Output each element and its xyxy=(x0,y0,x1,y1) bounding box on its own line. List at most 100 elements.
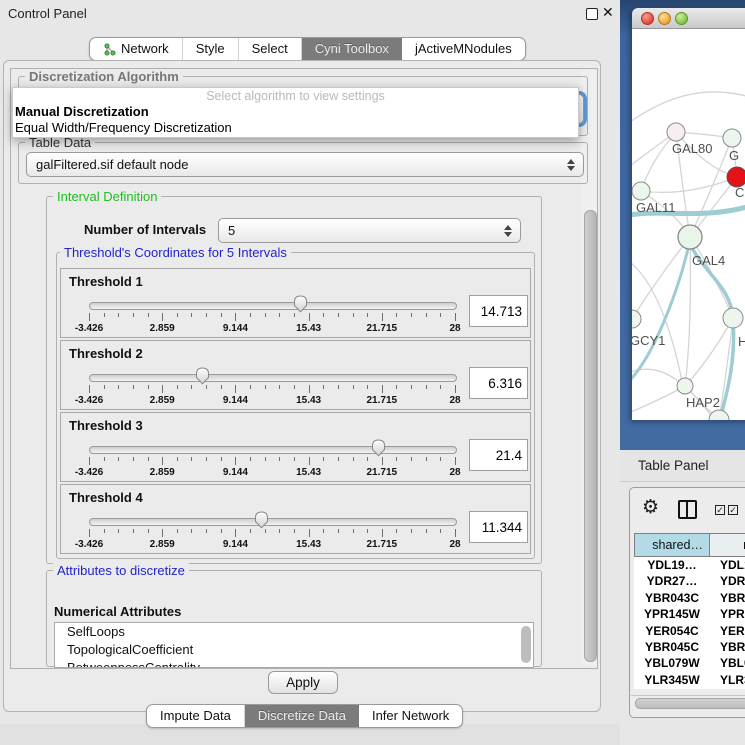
close-traffic-light-icon[interactable] xyxy=(641,12,654,25)
float-window-icon[interactable] xyxy=(586,8,598,20)
apply-button[interactable]: Apply xyxy=(268,671,338,694)
threshold-value-field[interactable] xyxy=(469,439,528,471)
network-node[interactable] xyxy=(727,167,745,187)
tick-mark xyxy=(426,385,427,389)
slider-track[interactable] xyxy=(89,302,457,310)
attributes-list[interactable]: SelfLoopsTopologicalCoefficientBetweenne… xyxy=(54,622,534,668)
table-row[interactable]: YDL19…YDL1 xyxy=(634,557,745,573)
tab-style[interactable]: Style xyxy=(183,38,239,60)
tick-label: 9.144 xyxy=(223,539,248,550)
tick-mark xyxy=(104,457,105,461)
tick-mark xyxy=(265,313,266,317)
attribute-list-item[interactable]: BetweennessCentrality xyxy=(55,659,533,668)
numerical-attributes-label: Numerical Attributes xyxy=(54,604,181,619)
spinner-icon xyxy=(500,225,516,237)
network-node[interactable] xyxy=(678,225,702,249)
threshold-value-field[interactable] xyxy=(469,295,528,327)
table-row[interactable]: YLR345WYLR3 xyxy=(634,672,745,688)
cell-name: YER0 xyxy=(710,623,745,639)
threshold-panel: Threshold 1-3.4262.8599.14415.4321.71528 xyxy=(60,268,531,338)
table-row[interactable]: YBR045CYBR0 xyxy=(634,639,745,655)
cell-name: YLR3 xyxy=(710,672,745,688)
cell-shared-name: YBR045C xyxy=(634,639,710,655)
column-header-shared[interactable]: shared… xyxy=(634,533,710,557)
tick-mark xyxy=(133,313,134,317)
tab-jactivemnodules[interactable]: jActiveMNodules xyxy=(402,38,525,60)
thresholds-group-title: Threshold's Coordinates for 5 Intervals xyxy=(60,245,291,260)
table-hscrollbar-track[interactable] xyxy=(631,695,745,709)
cell-shared-name: YIL052C xyxy=(634,688,710,689)
slider-track[interactable] xyxy=(89,446,457,454)
table-row[interactable]: YBR043CYBR0 xyxy=(634,590,745,606)
tick-mark xyxy=(104,385,105,389)
table-row[interactable]: YPR145WYPR1 xyxy=(634,606,745,622)
interval-definition-title: Interval Definition xyxy=(53,189,161,204)
zoom-traffic-light-icon[interactable] xyxy=(675,12,688,25)
threshold-value-field[interactable] xyxy=(469,367,528,399)
vertical-scrollbar-thumb[interactable] xyxy=(584,210,597,662)
dropdown-option[interactable]: Equal Width/Frequency Discretization xyxy=(13,120,578,136)
tick-mark xyxy=(367,529,368,533)
slider-thumb[interactable] xyxy=(195,367,210,390)
table-hscrollbar-thumb[interactable] xyxy=(635,698,745,709)
slider-thumb[interactable] xyxy=(254,511,269,534)
bottom-tab-bar: Impute DataDiscretize DataInfer Network xyxy=(146,704,463,728)
network-node[interactable] xyxy=(632,182,650,200)
slider-thumb[interactable] xyxy=(371,439,386,462)
network-node[interactable] xyxy=(709,410,729,420)
number-of-intervals-select[interactable]: 5 xyxy=(218,218,521,243)
minimize-traffic-light-icon[interactable] xyxy=(658,12,671,25)
tick-label: 15.43 xyxy=(296,395,321,406)
tick-label: 9.144 xyxy=(223,467,248,478)
network-canvas[interactable]: GAL80GCGAL11GAL4HGCY1HAP2 xyxy=(632,29,745,420)
tab-network[interactable]: Network xyxy=(90,38,183,60)
table-row[interactable]: YIL052CYIL0 xyxy=(634,688,745,689)
attribute-list-item[interactable]: SelfLoops xyxy=(55,623,533,641)
table-row[interactable]: YDR27…YDR2 xyxy=(634,573,745,589)
close-icon[interactable]: ✕ xyxy=(602,4,614,21)
split-columns-icon[interactable] xyxy=(678,500,697,519)
table-row[interactable]: YBL079WYBL0 xyxy=(634,655,745,671)
attributes-list-scrollbar[interactable] xyxy=(521,626,531,663)
tab-label: Network xyxy=(121,38,169,60)
tick-mark xyxy=(162,385,163,393)
column-header-name[interactable]: na xyxy=(710,533,745,557)
tab-select[interactable]: Select xyxy=(239,38,302,60)
network-icon xyxy=(103,43,116,56)
slider-thumb-shape xyxy=(195,367,210,385)
algorithm-dropdown: Select algorithm to view settings Manual… xyxy=(12,87,579,138)
slider-track[interactable] xyxy=(89,518,457,526)
network-node-label: GAL4 xyxy=(692,253,725,268)
network-node[interactable] xyxy=(667,123,685,141)
network-node[interactable] xyxy=(677,378,693,394)
tick-label: 2.859 xyxy=(150,323,175,334)
bottom-tab-discretize-data[interactable]: Discretize Data xyxy=(245,705,359,727)
tick-mark xyxy=(221,385,222,389)
tick-mark xyxy=(455,313,456,321)
attribute-list-item[interactable]: TopologicalCoefficient xyxy=(55,641,533,659)
table-row[interactable]: YER054CYER0 xyxy=(634,623,745,639)
slider-track[interactable] xyxy=(89,374,457,382)
network-window-titlebar[interactable] xyxy=(632,8,745,29)
tick-mark xyxy=(323,529,324,533)
network-node[interactable] xyxy=(632,310,641,328)
table-data-select[interactable]: galFiltered.sif default node xyxy=(26,152,584,177)
network-node[interactable] xyxy=(723,308,743,328)
slider-thumb[interactable] xyxy=(293,295,308,318)
tick-mark xyxy=(396,529,397,533)
cell-shared-name: YER054C xyxy=(634,623,710,639)
dropdown-option[interactable]: Manual Discretization xyxy=(13,104,578,120)
attributes-list-items: SelfLoopsTopologicalCoefficientBetweenne… xyxy=(55,623,533,668)
bottom-tab-impute-data[interactable]: Impute Data xyxy=(147,705,245,727)
checkbox-icon[interactable]: ✓ xyxy=(715,505,725,515)
cell-shared-name: YBR043C xyxy=(634,590,710,606)
gear-icon[interactable]: ⚙ xyxy=(642,496,659,519)
dropdown-hint: Select algorithm to view settings xyxy=(13,88,578,104)
network-node[interactable] xyxy=(723,129,741,147)
tab-cyni-toolbox[interactable]: Cyni Toolbox xyxy=(302,38,402,60)
checkbox-icon[interactable]: ✓ xyxy=(728,505,738,515)
threshold-value-field[interactable] xyxy=(469,511,528,543)
tick-label: -3.426 xyxy=(75,395,103,406)
tick-mark xyxy=(411,529,412,533)
bottom-tab-infer-network[interactable]: Infer Network xyxy=(359,705,462,727)
